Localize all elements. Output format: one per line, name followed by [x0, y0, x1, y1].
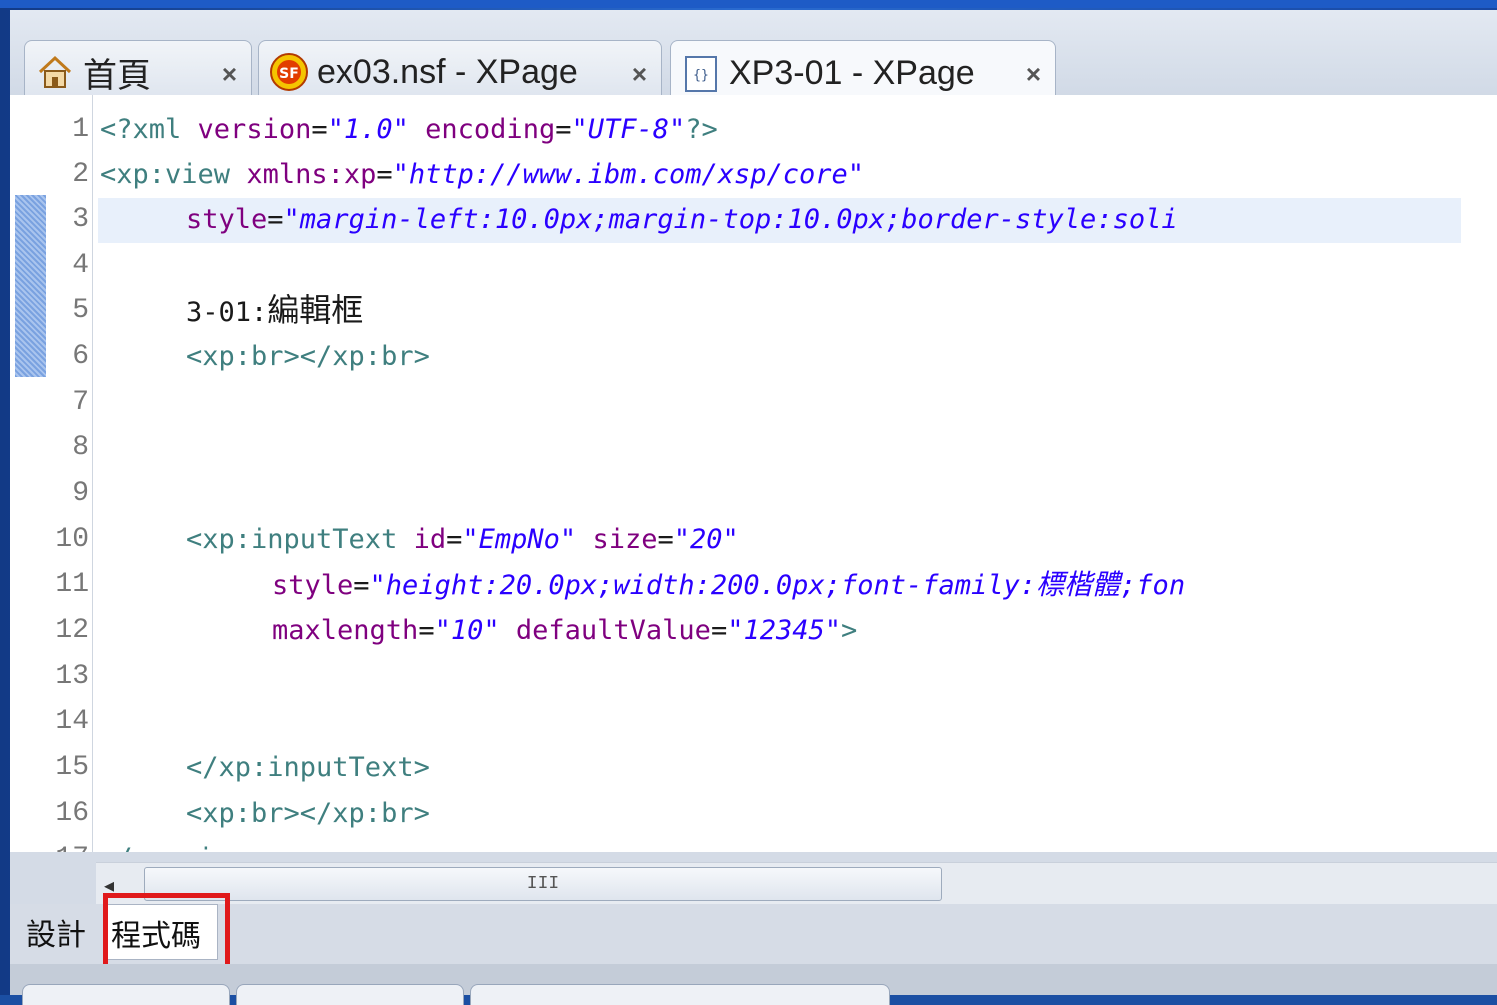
tab-label: 首頁	[83, 56, 151, 95]
code-token: 3-01:	[186, 297, 268, 328]
code-token: >	[841, 615, 858, 646]
frame-top-border	[0, 0, 1497, 8]
code-token: "margin-left:10.0px;margin-top:10.0px;bo…	[283, 204, 1178, 235]
change-marker	[15, 195, 50, 377]
tab-label: ex03.nsf - XPage	[317, 52, 578, 91]
code-line-2: <xp:view xmlns:xp="http://www.ibm.com/xs…	[100, 152, 864, 197]
line-number: 17	[46, 836, 89, 852]
code-token: =	[555, 114, 572, 145]
code-token: =	[267, 204, 284, 235]
line-number: 8	[72, 432, 89, 463]
bottom-view-tabs	[10, 964, 1497, 1005]
code-line-16: <xp:br></xp:br>	[186, 791, 430, 836]
line-number: 2	[72, 159, 89, 190]
svg-text:{}: {}	[693, 68, 709, 83]
line-number: 15	[55, 752, 89, 783]
line-number: 1	[72, 114, 89, 145]
line-number: 3	[72, 204, 89, 235]
tab-label: XP3-01 - XPage	[729, 54, 975, 92]
overview-ruler	[10, 95, 50, 852]
tab-home[interactable]: 首頁 ×	[24, 40, 252, 103]
line-number: 6	[72, 341, 89, 372]
code-token: <xp:view	[100, 159, 231, 190]
line-number: 7	[72, 387, 89, 418]
scrollbar-thumb[interactable]: III	[144, 867, 942, 901]
code-token: =	[311, 114, 328, 145]
code-token: =	[710, 615, 728, 646]
line-number: 14	[55, 706, 89, 737]
code-token: defaultValue	[515, 615, 711, 646]
svg-text:SF: SF	[279, 66, 299, 82]
code-line-11: style="height:20.0px;width:200.0px;font-…	[272, 562, 1185, 608]
line-number: 13	[55, 661, 89, 692]
code-token: </xp:view>	[100, 843, 263, 852]
code-token: <xp:inputText	[186, 524, 398, 555]
code-token: "EmpNo"	[462, 524, 577, 555]
close-icon[interactable]: ×	[1026, 59, 1041, 90]
code-token: style	[186, 204, 268, 235]
code-token: =	[353, 570, 370, 601]
code-token: size	[592, 524, 658, 555]
code-token: "UTF-8"	[571, 114, 686, 145]
code-token: <xp:br></xp:br>	[186, 798, 430, 829]
code-line-12: maxlength="10" defaultValue="12345">	[272, 608, 857, 653]
code-token: "12345"	[727, 615, 842, 646]
code-token: 編輯框	[267, 291, 364, 329]
code-token: =	[376, 159, 393, 190]
database-icon: SF	[269, 52, 309, 92]
code-line-1: <?xml version="1.0" encoding="UTF-8"?>	[100, 107, 718, 152]
code-token: id	[413, 524, 447, 555]
code-token: =	[446, 524, 463, 555]
code-token: "20"	[673, 524, 739, 555]
code-token: xmlns:xp	[246, 159, 377, 190]
line-number: 12	[55, 615, 89, 646]
code-line-3: style="margin-left:10.0px;margin-top:10.…	[186, 197, 1178, 242]
code-token: =	[657, 524, 674, 555]
line-number: 5	[72, 295, 89, 326]
tab-design[interactable]: 設計	[26, 910, 86, 954]
code-token: maxlength	[272, 615, 419, 646]
editor-mode-bar: 設計 程式碼	[10, 904, 1497, 964]
code-token: "10"	[434, 615, 500, 646]
code-token: encoding	[425, 114, 556, 145]
code-token: "http://www.ibm.com/xsp/core"	[392, 159, 865, 190]
line-number: 9	[72, 478, 89, 509]
code-token: <?xml	[100, 114, 182, 145]
code-token: 標楷體	[1036, 568, 1121, 601]
home-icon	[35, 52, 75, 92]
code-token: version	[197, 114, 312, 145]
code-token: <xp:br></xp:br>	[186, 341, 430, 372]
line-number: 16	[55, 798, 89, 829]
code-line-6: <xp:br></xp:br>	[186, 334, 430, 379]
code-token: "height:20.0px;width:200.0px;font-family…	[369, 570, 1037, 601]
code-token: ?>	[685, 114, 718, 145]
code-token: ;fon	[1120, 570, 1186, 601]
line-number: 4	[72, 250, 89, 281]
grip-icon: III	[526, 874, 560, 894]
source-editor[interactable]: 1 2 3 4 5 6 7 8 9 10 11 12 13 14 15 16 1…	[46, 95, 1497, 852]
code-token: </xp:inputText>	[186, 752, 430, 783]
code-token: style	[272, 570, 354, 601]
close-icon[interactable]: ×	[222, 59, 237, 90]
code-line-10: <xp:inputText id="EmpNo" size="20"	[186, 517, 739, 562]
code-token: "1.0"	[327, 114, 409, 145]
xpage-icon: {}	[681, 54, 721, 94]
highlight-annotation-box	[103, 893, 230, 972]
line-number: 10	[55, 524, 89, 555]
code-line-15: </xp:inputText>	[186, 745, 430, 790]
code-line-5: 3-01:編輯框	[186, 288, 363, 335]
gutter-divider	[92, 95, 93, 852]
horizontal-scrollbar[interactable]: ◂ III	[96, 862, 1497, 905]
code-token: =	[418, 615, 435, 646]
line-number: 11	[55, 569, 89, 600]
tab-ex03[interactable]: SF ex03.nsf - XPage ×	[258, 40, 662, 103]
editor-tab-bar: 首頁 × SF ex03.nsf - XPage × {} XP3-01 - X…	[10, 10, 1497, 106]
code-line-17: </xp:view>	[100, 836, 263, 852]
close-icon[interactable]: ×	[632, 59, 647, 90]
